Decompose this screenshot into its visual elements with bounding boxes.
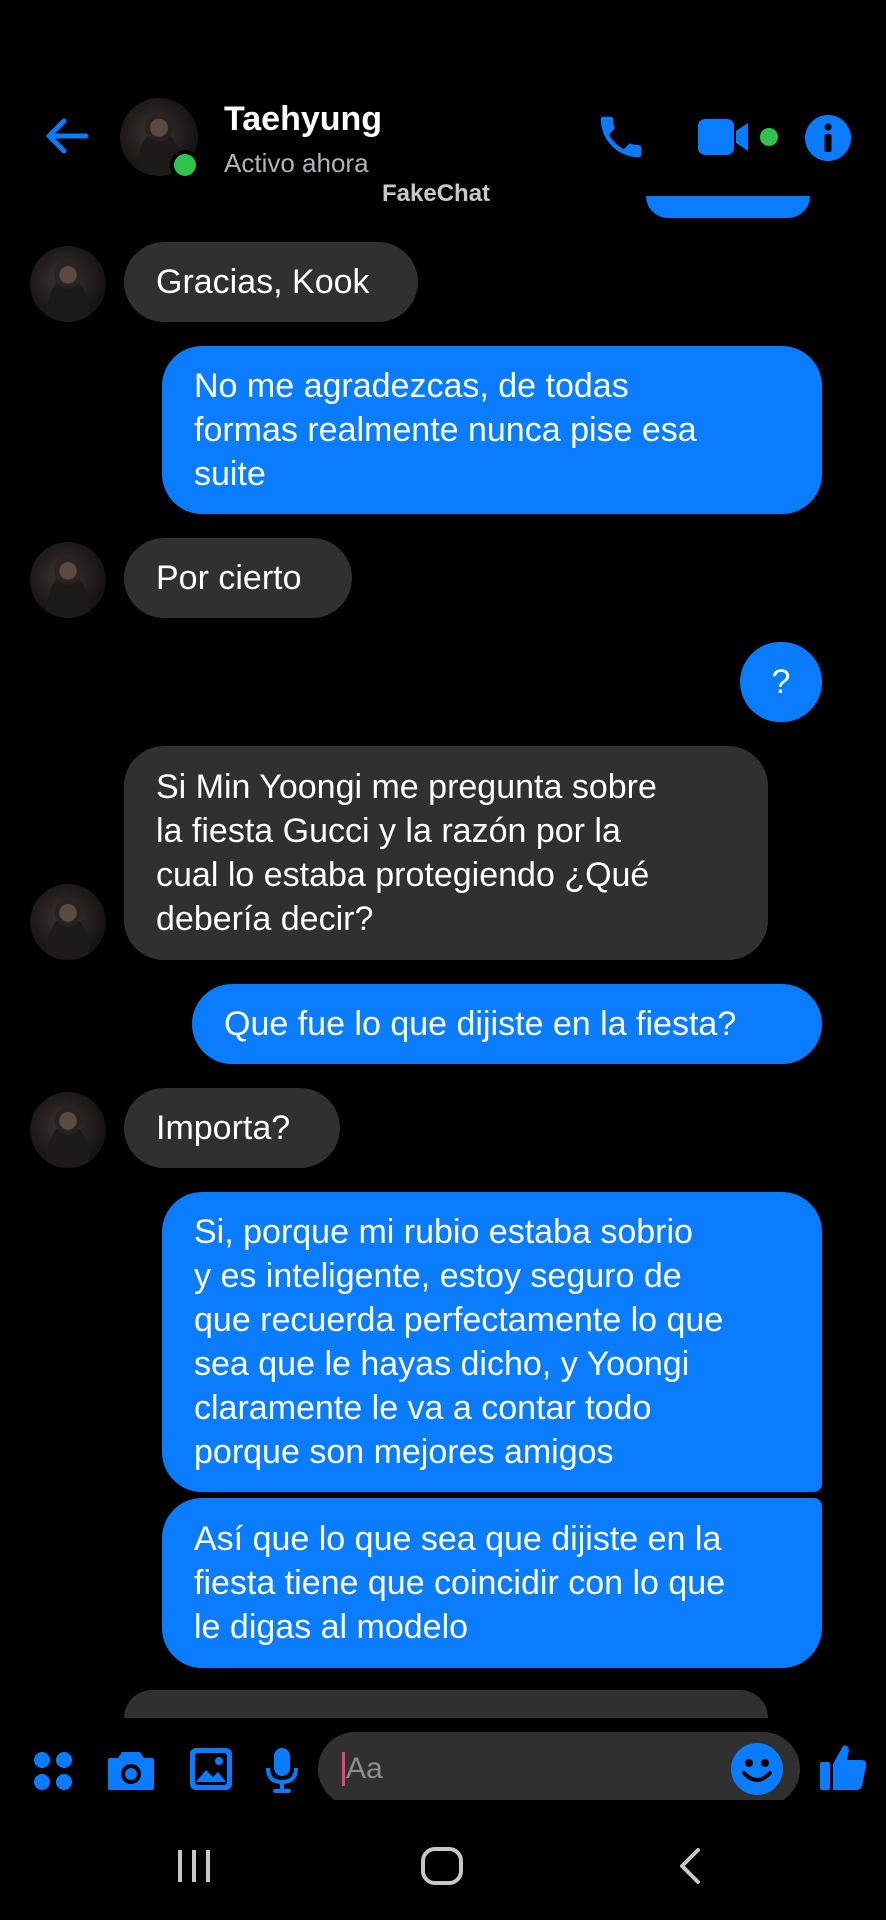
- message-bubble-outgoing[interactable]: ?: [740, 642, 822, 722]
- video-camera-icon[interactable]: [696, 116, 756, 158]
- sender-avatar: [30, 884, 106, 960]
- gallery-icon[interactable]: [188, 1746, 234, 1792]
- contact-status: Activo ahora: [224, 148, 369, 178]
- apps-icon[interactable]: [32, 1750, 74, 1792]
- back-arrow-icon[interactable]: [42, 112, 90, 160]
- sender-avatar: [30, 542, 106, 618]
- online-status-dot: [170, 150, 200, 180]
- camera-icon[interactable]: [106, 1748, 156, 1792]
- home-icon[interactable]: [420, 1846, 464, 1886]
- partial-bubble-edge: [646, 196, 810, 218]
- emoji-icon[interactable]: [730, 1742, 784, 1796]
- message-input[interactable]: [318, 1732, 800, 1806]
- info-icon[interactable]: [804, 114, 852, 162]
- microphone-icon[interactable]: [264, 1746, 300, 1794]
- recent-apps-icon[interactable]: [176, 1848, 212, 1884]
- contact-name[interactable]: Taehyung: [224, 100, 382, 139]
- partial-bubble-incoming: [124, 1690, 768, 1718]
- message-bubble-outgoing[interactable]: No me agradezcas, de todas formas realme…: [162, 346, 822, 514]
- message-bubble-outgoing[interactable]: Que fue lo que dijiste en la fiesta?: [192, 984, 822, 1064]
- message-input-placeholder: Aa: [346, 1752, 383, 1785]
- chat-header: Taehyung Activo ahora FakeChat: [0, 0, 886, 230]
- watermark: FakeChat: [382, 180, 491, 207]
- phone-icon[interactable]: [594, 110, 648, 164]
- message-bubble-outgoing[interactable]: Así que lo que sea que dijiste en la fie…: [162, 1498, 822, 1668]
- video-active-dot: [760, 128, 778, 146]
- message-bubble-incoming[interactable]: Por cierto: [124, 538, 352, 618]
- text-caret: [342, 1752, 345, 1786]
- message-bubble-outgoing[interactable]: Si, porque mi rubio estaba sobrio y es i…: [162, 1192, 822, 1492]
- message-bubble-incoming[interactable]: Importa?: [124, 1088, 340, 1168]
- sender-avatar: [30, 246, 106, 322]
- message-bubble-incoming[interactable]: Si Min Yoongi me pregunta sobre la fiest…: [124, 746, 768, 960]
- message-bubble-incoming[interactable]: Gracias, Kook: [124, 242, 418, 322]
- like-icon[interactable]: [818, 1742, 868, 1792]
- back-icon[interactable]: [676, 1846, 704, 1886]
- sender-avatar: [30, 1092, 106, 1168]
